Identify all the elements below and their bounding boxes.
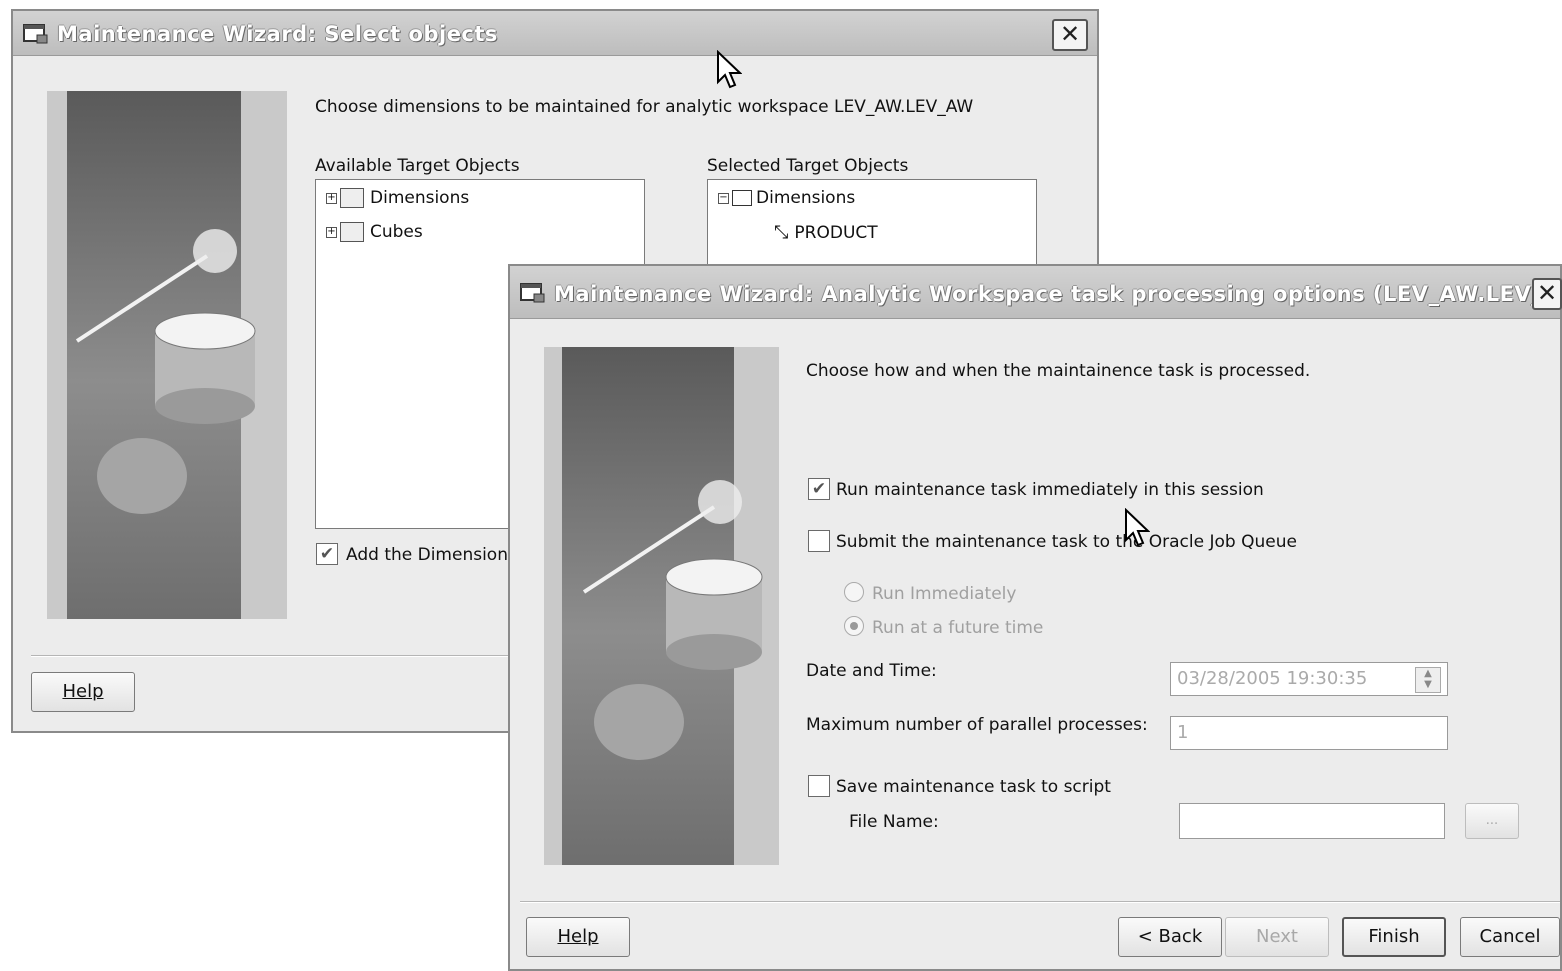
tree-item-dimensions[interactable]: − Dimensions: [718, 188, 855, 208]
max-parallel-label: Maximum number of parallel processes:: [806, 715, 1148, 735]
tree-item-label: Dimensions: [756, 188, 856, 208]
footer-separator: [520, 901, 1560, 903]
collapse-icon[interactable]: −: [718, 192, 729, 204]
instruction-text: Choose how and when the maintainence tas…: [806, 361, 1311, 381]
window-icon: [520, 283, 545, 303]
database-illustration: [582, 480, 763, 760]
mouse-cursor-icon: [717, 50, 742, 89]
file-name-label: File Name:: [849, 812, 939, 832]
window-titlebar[interactable]: Maintenance Wizard: Analytic Workspace t…: [510, 266, 1562, 319]
date-time-label: Date and Time:: [806, 661, 937, 681]
run-immediately-session-checkbox[interactable]: ✔: [808, 478, 830, 500]
file-name-field[interactable]: [1179, 803, 1445, 839]
wizard-artwork: [544, 347, 779, 865]
close-icon: ✕: [1059, 20, 1081, 48]
save-script-label: Save maintenance task to script: [836, 777, 1111, 797]
close-button[interactable]: ✕: [1052, 19, 1088, 51]
cancel-button[interactable]: Cancel: [1460, 917, 1560, 957]
mouse-cursor-icon: [1125, 508, 1150, 547]
date-time-value: 03/28/2005 19:30:35: [1177, 668, 1368, 689]
cube-folder-icon: [340, 222, 364, 242]
finish-button[interactable]: Finish: [1342, 917, 1446, 957]
folder-icon: [732, 190, 752, 206]
back-button-label: < Back: [1137, 926, 1203, 947]
tree-item-label: Dimensions: [370, 188, 470, 208]
instruction-text: Choose dimensions to be maintained for a…: [315, 97, 974, 117]
database-illustration: [75, 229, 256, 514]
add-dimension-label: Add the Dimension: [346, 545, 508, 565]
submit-job-queue-label: Submit the maintenance task to the Oracl…: [836, 532, 1297, 552]
back-button[interactable]: < Back: [1118, 917, 1222, 957]
close-icon: ✕: [1536, 279, 1558, 307]
tree-item-cubes[interactable]: + Cubes: [326, 222, 423, 242]
date-time-field[interactable]: 03/28/2005 19:30:35 ▲ ▼: [1170, 662, 1448, 696]
dimension-icon: ⤡: [774, 222, 789, 243]
task-processing-window: Maintenance Wizard: Analytic Workspace t…: [508, 264, 1562, 971]
help-button[interactable]: Help: [526, 917, 630, 957]
tree-item-dimensions[interactable]: + Dimensions: [326, 188, 469, 208]
run-future-radio-label: Run at a future time: [872, 618, 1044, 638]
expand-icon[interactable]: +: [326, 226, 337, 238]
help-button[interactable]: Help: [31, 672, 135, 712]
window-title: Maintenance Wizard: Analytic Workspace t…: [554, 282, 1562, 306]
selected-objects-label: Selected Target Objects: [707, 156, 909, 176]
tree-item-label: PRODUCT: [794, 222, 878, 243]
spinner-icon[interactable]: ▲ ▼: [1415, 667, 1441, 693]
cancel-button-label: Cancel: [1479, 926, 1541, 947]
next-button[interactable]: Next: [1225, 917, 1329, 957]
save-script-checkbox[interactable]: [808, 775, 830, 797]
window-icon: [23, 24, 48, 44]
finish-button-label: Finish: [1368, 926, 1420, 947]
wizard-artwork: [47, 91, 287, 619]
help-button-label: Help: [62, 681, 104, 702]
window-titlebar[interactable]: Maintenance Wizard: Select objects ✕: [13, 11, 1097, 56]
add-dimension-checkbox[interactable]: ✔: [316, 543, 338, 565]
browse-button[interactable]: ...: [1465, 803, 1519, 839]
browse-button-label: ...: [1485, 813, 1499, 828]
run-future-radio[interactable]: [844, 616, 864, 636]
run-immediately-radio[interactable]: [844, 582, 864, 602]
tree-item-label: Cubes: [370, 222, 423, 242]
run-immediately-radio-label: Run Immediately: [872, 584, 1017, 604]
expand-icon[interactable]: +: [326, 192, 337, 204]
available-objects-label: Available Target Objects: [315, 156, 520, 176]
window-title: Maintenance Wizard: Select objects: [57, 22, 498, 46]
close-button[interactable]: ✕: [1532, 278, 1562, 310]
max-parallel-field[interactable]: 1: [1170, 716, 1448, 750]
run-immediately-session-label: Run maintenance task immediately in this…: [836, 480, 1264, 500]
next-button-label: Next: [1256, 926, 1298, 947]
help-button-label: Help: [557, 926, 599, 947]
tree-item-product[interactable]: ⤡ PRODUCT: [774, 222, 878, 243]
dimension-folder-icon: [340, 188, 364, 208]
selected-objects-tree[interactable]: − Dimensions ⤡ PRODUCT: [707, 179, 1037, 269]
max-parallel-value: 1: [1177, 722, 1189, 743]
submit-job-queue-checkbox[interactable]: [808, 530, 830, 552]
